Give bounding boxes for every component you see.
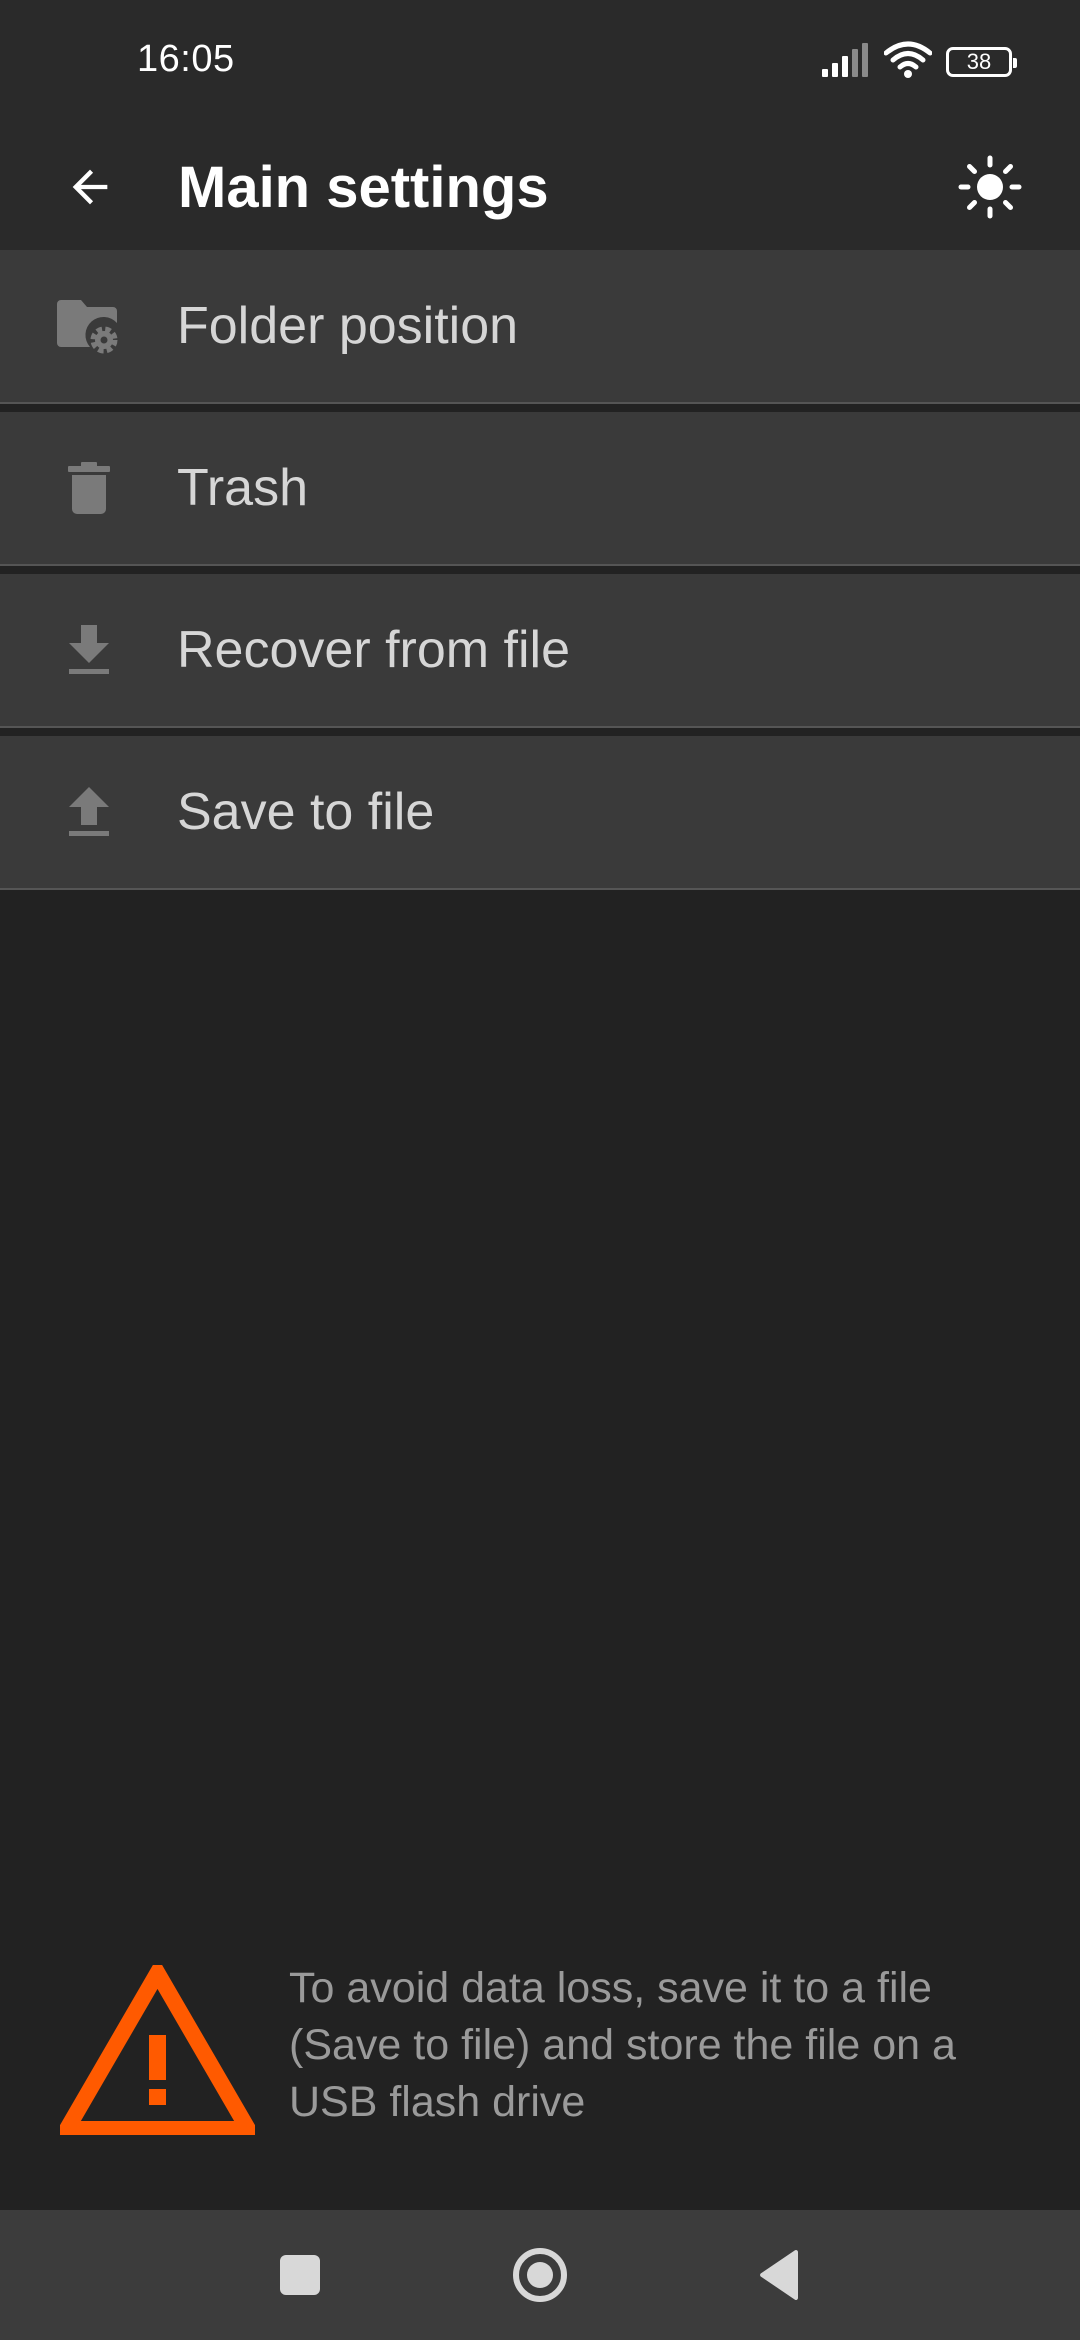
status-time: 16:05 [137, 38, 235, 80]
trash-icon [0, 411, 177, 565]
folder-settings-icon [0, 249, 177, 403]
theme-toggle-button[interactable] [950, 147, 1030, 227]
status-icons: 38 [822, 40, 1017, 84]
page-title: Main settings [178, 155, 549, 220]
download-icon [0, 573, 177, 727]
menu-item-label: Trash [177, 459, 308, 517]
arrow-back-icon [72, 169, 108, 205]
status-bar: 16:05 38 [0, 0, 1080, 125]
home-icon [513, 2248, 567, 2302]
recents-icon [280, 2255, 320, 2295]
back-icon [760, 2250, 798, 2300]
menu-item-label: Recover from file [177, 621, 570, 679]
menu-item-recover-from-file[interactable]: Recover from file [0, 574, 1080, 728]
data-loss-warning: To avoid data loss, save it to a file (S… [60, 1960, 1020, 2140]
app-bar: Main settings [0, 125, 1080, 250]
menu-item-trash[interactable]: Trash [0, 412, 1080, 566]
navigation-bar [0, 2210, 1080, 2340]
menu-item-folder-position[interactable]: Folder position [0, 250, 1080, 404]
menu-item-label: Folder position [177, 297, 519, 355]
battery-level: 38 [966, 49, 992, 74]
settings-menu: Folder position Trash Recover from file [0, 250, 1080, 890]
wifi-icon [883, 41, 933, 84]
menu-item-label: Save to file [177, 783, 435, 841]
upload-icon [0, 735, 177, 889]
signal-icon [822, 42, 870, 82]
home-button[interactable] [500, 2235, 580, 2315]
warning-text: To avoid data loss, save it to a file (S… [289, 1964, 956, 2126]
back-button[interactable] [50, 147, 130, 227]
battery-icon: 38 [946, 47, 1017, 77]
brightness-icon [958, 155, 1022, 219]
warning-icon [60, 1965, 255, 2135]
recents-button[interactable] [260, 2235, 340, 2315]
screen: 16:05 38 Main settings Folder position T… [0, 0, 1080, 2340]
menu-item-save-to-file[interactable]: Save to file [0, 736, 1080, 890]
nav-back-button[interactable] [740, 2235, 820, 2315]
